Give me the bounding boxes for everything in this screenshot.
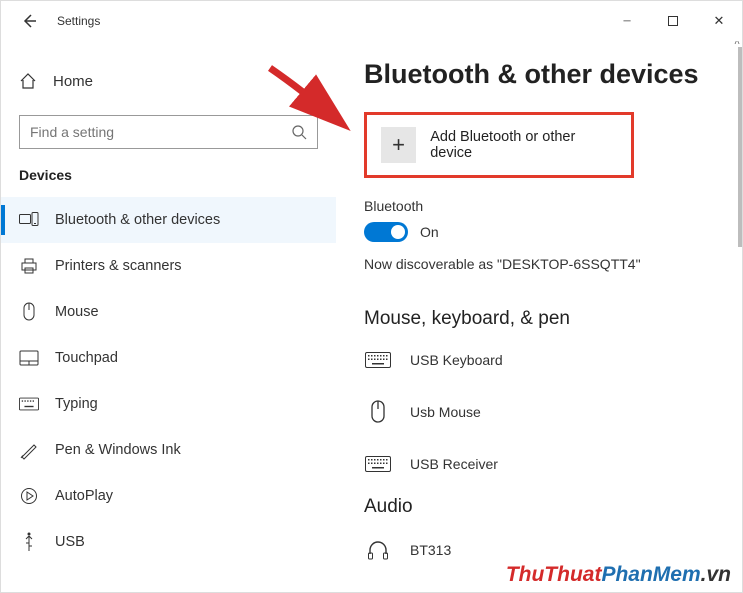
- section-mouse-keyboard-title: Mouse, keyboard, & pen: [364, 308, 714, 330]
- watermark: ThuThuatPhanMem.vn: [506, 563, 731, 587]
- sidebar-item-touchpad[interactable]: Touchpad: [1, 335, 336, 381]
- sidebar-item-typing[interactable]: Typing: [1, 381, 336, 427]
- sidebar-item-label: Typing: [55, 396, 98, 412]
- scrollbar[interactable]: ˄: [734, 41, 742, 592]
- sidebar-item-label: Touchpad: [55, 350, 118, 366]
- keyboard-icon: [19, 394, 39, 414]
- keyboard-icon: [364, 456, 392, 472]
- minimize-button[interactable]: [604, 5, 650, 37]
- bluetooth-setting-label: Bluetooth: [364, 198, 714, 214]
- close-button[interactable]: [696, 5, 742, 37]
- window-title: Settings: [57, 14, 100, 28]
- sidebar-item-label: AutoPlay: [55, 488, 113, 504]
- home-nav-item[interactable]: Home: [1, 61, 336, 101]
- device-label: USB Keyboard: [410, 352, 503, 368]
- autoplay-icon: [19, 486, 39, 506]
- sidebar-item-pen[interactable]: Pen & Windows Ink: [1, 427, 336, 473]
- main-content: Bluetooth & other devices + Add Bluetoot…: [336, 41, 742, 592]
- device-label: BT313: [410, 542, 451, 558]
- sidebar: Home Devices Bluetooth & other devices P…: [1, 41, 336, 592]
- printer-icon: [19, 256, 39, 276]
- mouse-icon: [19, 302, 39, 322]
- device-item[interactable]: USB Receiver: [364, 448, 714, 496]
- device-item[interactable]: USB Keyboard: [364, 344, 714, 392]
- sidebar-item-label: Pen & Windows Ink: [55, 442, 181, 458]
- discoverable-text: Now discoverable as "DESKTOP-6SSQTT4": [364, 256, 714, 272]
- add-device-button[interactable]: + Add Bluetooth or other device: [364, 112, 634, 178]
- mouse-icon: [364, 400, 392, 424]
- sidebar-item-mouse[interactable]: Mouse: [1, 289, 336, 335]
- headphones-icon: [364, 540, 392, 560]
- device-item[interactable]: Usb Mouse: [364, 392, 714, 448]
- section-audio-title: Audio: [364, 496, 714, 518]
- scrollbar-thumb[interactable]: [738, 47, 742, 247]
- home-label: Home: [53, 73, 93, 90]
- pen-icon: [19, 440, 39, 460]
- search-icon: [291, 124, 307, 140]
- device-label: USB Receiver: [410, 456, 498, 472]
- bluetooth-toggle[interactable]: [364, 222, 408, 242]
- back-button[interactable]: [17, 9, 41, 33]
- usb-icon: [19, 532, 39, 552]
- touchpad-icon: [19, 348, 39, 368]
- sidebar-item-usb[interactable]: USB: [1, 519, 336, 565]
- sidebar-item-label: USB: [55, 534, 85, 550]
- device-label: Usb Mouse: [410, 404, 481, 420]
- maximize-button[interactable]: [650, 5, 696, 37]
- sidebar-item-bluetooth[interactable]: Bluetooth & other devices: [1, 197, 336, 243]
- add-device-label: Add Bluetooth or other device: [430, 129, 617, 161]
- sidebar-item-label: Mouse: [55, 304, 99, 320]
- search-input-container[interactable]: [19, 115, 318, 149]
- search-input[interactable]: [30, 124, 291, 140]
- sidebar-item-label: Bluetooth & other devices: [55, 212, 220, 228]
- sidebar-item-printers[interactable]: Printers & scanners: [1, 243, 336, 289]
- toggle-state: On: [420, 224, 439, 240]
- sidebar-section-title: Devices: [1, 167, 336, 197]
- sidebar-item-label: Printers & scanners: [55, 258, 182, 274]
- home-icon: [19, 72, 37, 90]
- sidebar-item-autoplay[interactable]: AutoPlay: [1, 473, 336, 519]
- devices-icon: [19, 210, 39, 230]
- keyboard-icon: [364, 352, 392, 368]
- plus-icon: +: [381, 127, 416, 163]
- page-title: Bluetooth & other devices: [364, 59, 714, 90]
